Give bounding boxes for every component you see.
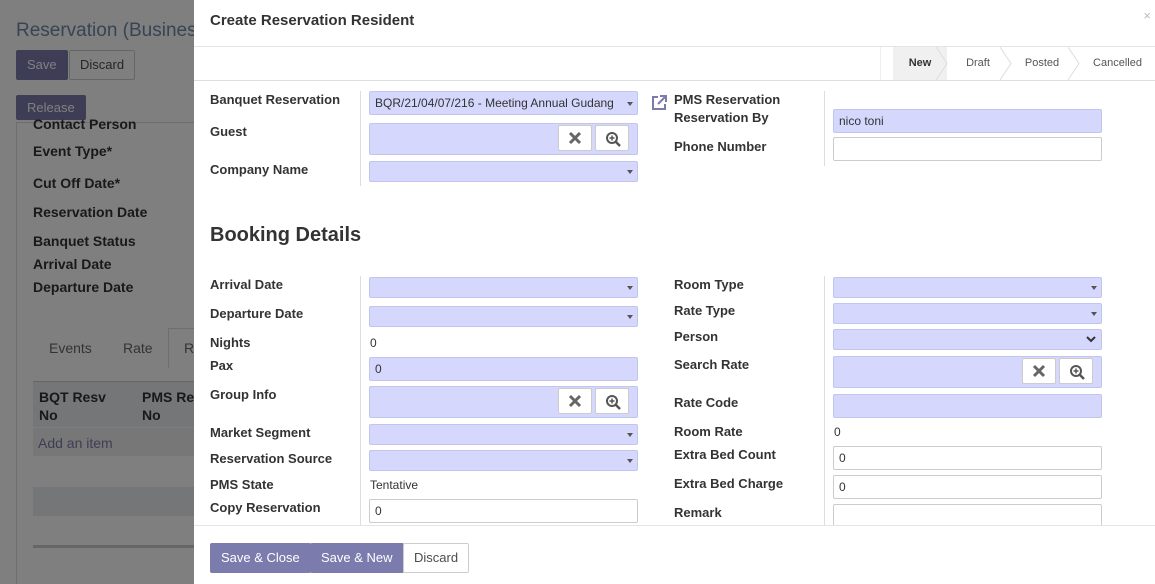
search-button[interactable] <box>595 125 629 151</box>
pms-state-label: PMS State <box>210 477 274 492</box>
search-plus-icon <box>606 132 621 147</box>
group-divider <box>824 91 825 166</box>
group-info-field[interactable] <box>369 386 638 418</box>
room-rate-label: Room Rate <box>674 424 743 439</box>
close-icon <box>1032 364 1046 378</box>
remark-field[interactable] <box>833 504 1102 525</box>
dialog-header: Create Reservation Resident × <box>194 0 1155 47</box>
caret-down-icon <box>627 170 633 174</box>
banquet-reservation-field[interactable]: BQR/21/04/07/216 - Meeting Annual Gudang <box>369 91 638 115</box>
stage-posted[interactable]: Posted <box>1012 47 1072 80</box>
market-segment-label: Market Segment <box>210 425 311 440</box>
copy-reservation-field[interactable]: 0 <box>369 499 638 523</box>
room-type-field[interactable] <box>833 277 1102 298</box>
caret-down-icon <box>1091 312 1097 316</box>
room-rate-value: 0 <box>834 425 841 439</box>
dialog-body: Banquet Reservation BQR/21/04/07/216 - M… <box>194 81 1155 525</box>
stage-separator <box>880 47 892 80</box>
clear-button[interactable] <box>558 388 592 414</box>
group-divider <box>360 91 361 186</box>
extra-bed-count-label: Extra Bed Count <box>674 447 776 462</box>
caret-down-icon <box>627 433 633 437</box>
group-divider <box>360 276 361 525</box>
caret-down-icon <box>627 286 633 290</box>
rate-type-label: Rate Type <box>674 303 736 318</box>
company-name-label: Company Name <box>210 162 309 177</box>
reservation-source-field[interactable] <box>369 450 638 471</box>
dialog-footer: Save & Close Save & New Discard <box>194 525 1155 584</box>
search-plus-icon <box>606 395 621 410</box>
search-button[interactable] <box>595 388 629 414</box>
stage-arrow <box>1000 47 1012 80</box>
room-type-label: Room Type <box>674 277 744 292</box>
guest-label: Guest <box>210 124 247 139</box>
booking-details-heading: Booking Details <box>210 224 362 246</box>
reservation-by-label: Reservation By <box>674 110 769 125</box>
search-rate-field[interactable] <box>833 356 1102 388</box>
external-link-icon[interactable] <box>650 94 668 115</box>
guest-field[interactable] <box>369 123 638 155</box>
banquet-reservation-value: BQR/21/04/07/216 - Meeting Annual Gudang <box>375 96 614 110</box>
caret-down-icon <box>1091 286 1097 290</box>
caret-down-icon <box>627 315 633 319</box>
extra-bed-charge-field[interactable]: 0 <box>833 475 1102 499</box>
banquet-reservation-label: Banquet Reservation <box>210 92 341 107</box>
copy-reservation-label: Copy Reservation <box>210 500 321 515</box>
clear-button[interactable] <box>558 125 592 151</box>
reservation-by-field[interactable]: nico toni <box>833 109 1102 133</box>
search-rate-label: Search Rate <box>674 357 750 372</box>
market-segment-field[interactable] <box>369 424 638 445</box>
arrival-date-label: Arrival Date <box>210 277 283 292</box>
search-plus-icon <box>1070 365 1085 380</box>
rate-type-field[interactable] <box>833 303 1102 324</box>
clear-button[interactable] <box>1022 358 1056 384</box>
nights-label: Nights <box>210 335 251 350</box>
person-label: Person <box>674 329 719 344</box>
phone-number-field[interactable] <box>833 137 1102 161</box>
company-name-field[interactable] <box>369 161 638 182</box>
rate-code-label: Rate Code <box>674 395 739 410</box>
pms-reservation-label: PMS Reservation <box>674 92 781 107</box>
status-bar: New Draft Posted Cancelled <box>194 47 1155 81</box>
save-close-button[interactable]: Save & Close <box>210 543 311 573</box>
dialog-title: Create Reservation Resident <box>210 12 415 29</box>
nights-value: 0 <box>370 336 377 350</box>
discard-button[interactable]: Discard <box>403 543 470 573</box>
extra-bed-count-field[interactable]: 0 <box>833 446 1102 470</box>
departure-date-label: Departure Date <box>210 306 304 321</box>
close-icon <box>568 131 582 145</box>
arrival-date-field[interactable] <box>369 277 638 298</box>
stage-arrow <box>936 47 948 80</box>
remark-label: Remark <box>674 505 722 520</box>
close-icon[interactable]: × <box>1143 8 1151 23</box>
chevron-down-icon <box>1086 336 1096 343</box>
reservation-source-label: Reservation Source <box>210 451 333 466</box>
save-new-button[interactable]: Save & New <box>310 543 404 573</box>
departure-date-field[interactable] <box>369 306 638 327</box>
person-select[interactable] <box>833 329 1102 350</box>
stage-draft[interactable]: Draft <box>949 47 1007 80</box>
group-divider <box>824 276 825 525</box>
pax-label: Pax <box>210 358 234 373</box>
stage-arrow <box>1068 47 1080 80</box>
stage-cancelled[interactable]: Cancelled <box>1084 47 1151 80</box>
create-reservation-dialog: Create Reservation Resident × New Draft … <box>194 0 1155 584</box>
phone-number-label: Phone Number <box>674 139 767 154</box>
close-icon <box>568 394 582 408</box>
search-button[interactable] <box>1059 358 1093 384</box>
pms-state-value: Tentative <box>370 478 419 492</box>
extra-bed-charge-label: Extra Bed Charge <box>674 476 784 491</box>
caret-down-icon <box>627 102 633 106</box>
pax-field[interactable]: 0 <box>369 357 638 381</box>
rate-code-field[interactable] <box>833 394 1102 418</box>
caret-down-icon <box>627 459 633 463</box>
group-info-label: Group Info <box>210 387 277 402</box>
